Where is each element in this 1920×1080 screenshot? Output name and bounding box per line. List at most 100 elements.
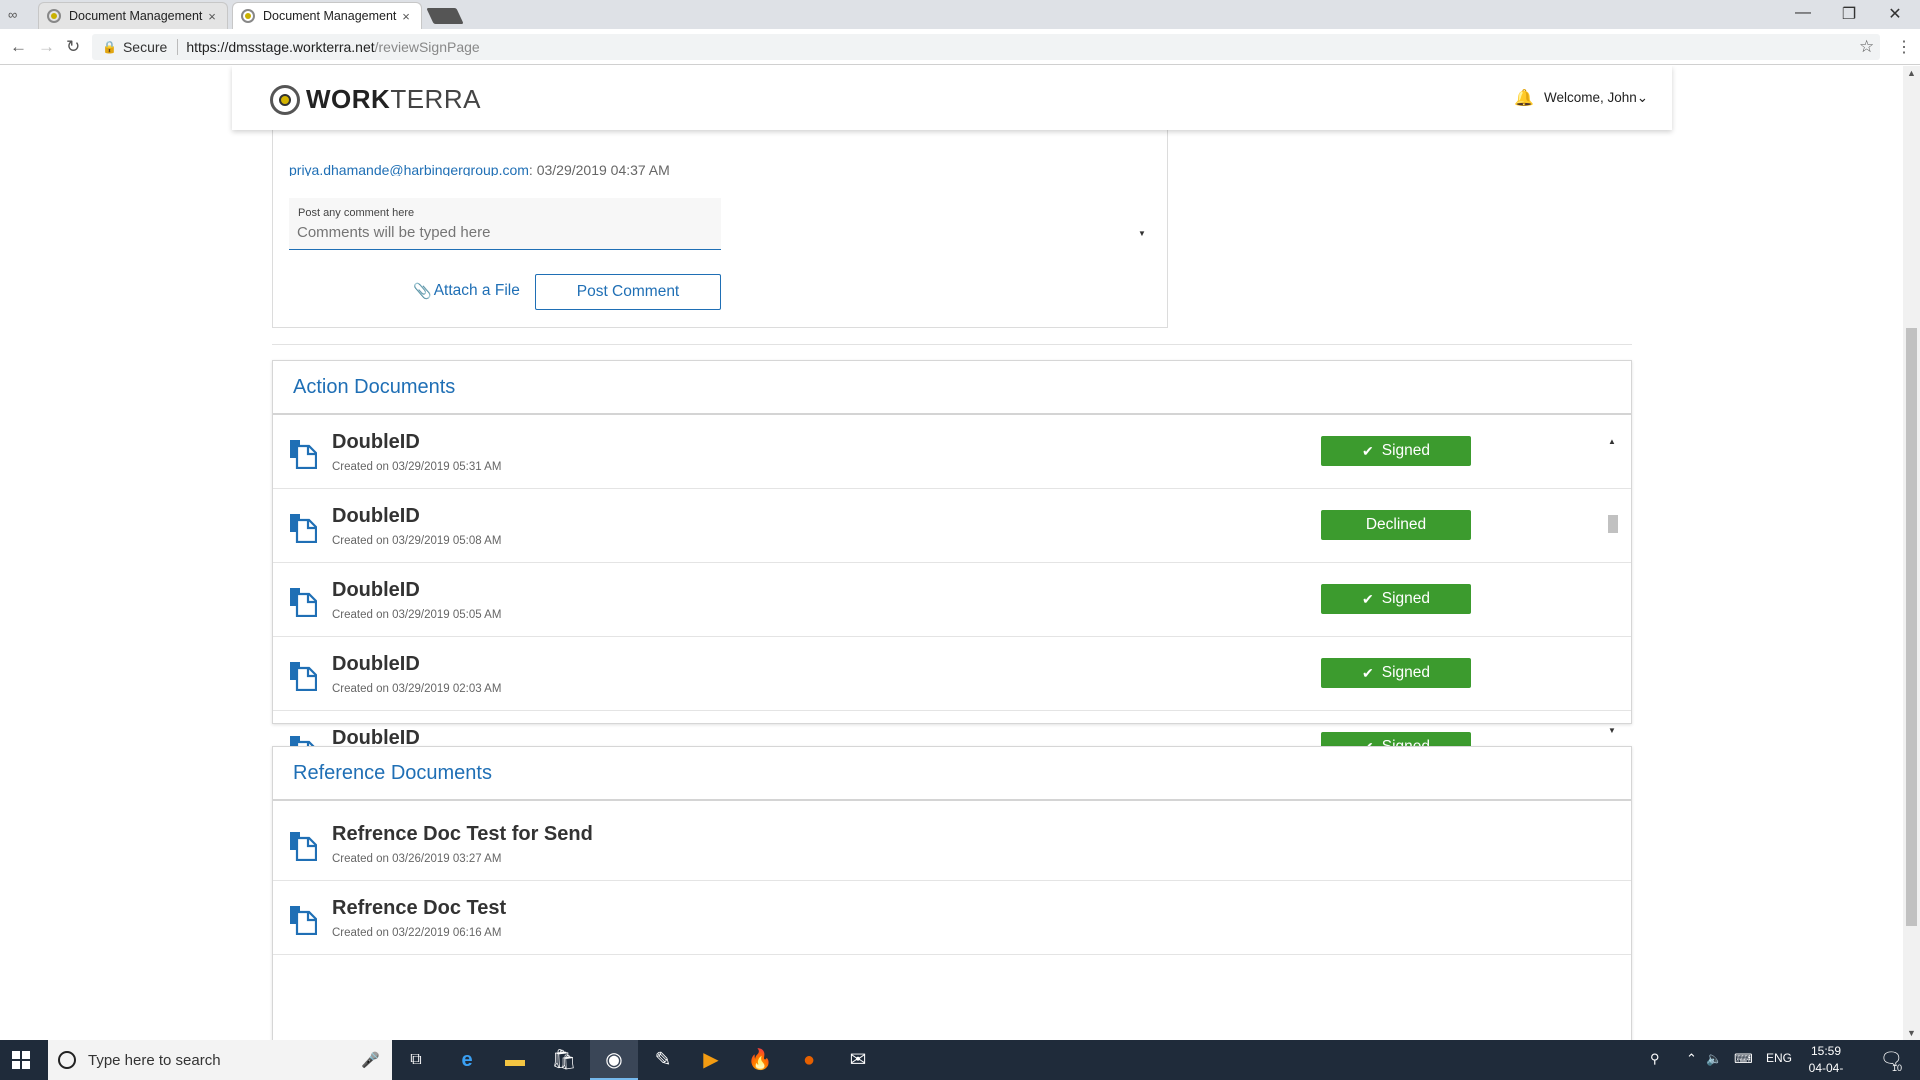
document-name[interactable]: Refrence Doc Test for Send: [332, 823, 593, 846]
document-name[interactable]: DoubleID: [332, 579, 420, 602]
url-path: /reviewSignPage: [374, 39, 480, 55]
document-icon: [289, 439, 318, 470]
document-name[interactable]: DoubleID: [332, 505, 420, 528]
document-name[interactable]: Refrence Doc Test: [332, 897, 506, 920]
chevron-down-icon: ⌄: [1636, 90, 1649, 105]
workterra-logo-icon: [270, 84, 300, 115]
browser-menu-icon[interactable]: ⋮: [1896, 37, 1912, 57]
document-created-date: Created on 03/22/2019 06:16 AM: [332, 927, 502, 939]
scroll-down-icon[interactable]: ▼: [1138, 229, 1146, 238]
action-list-scrollbar[interactable]: ▲ ▼: [1607, 437, 1619, 735]
browser-tab-1[interactable]: Document Management ×: [38, 2, 228, 29]
cortana-icon: [58, 1051, 76, 1069]
browser-tab-2[interactable]: Document Management ×: [232, 2, 422, 29]
scroll-down-icon[interactable]: ▼: [1907, 1028, 1916, 1038]
status-badge[interactable]: ✔ Signed: [1321, 436, 1471, 466]
microphone-icon[interactable]: 🎤: [361, 1051, 380, 1069]
document-icon: [289, 513, 318, 544]
incognito-icon: ∞: [8, 7, 18, 22]
document-created-date: Created on 03/29/2019 05:08 AM: [332, 535, 502, 547]
url-field[interactable]: 🔒 Secure https://dmsstage.workterra.net /…: [92, 34, 1880, 60]
browser-address-bar: ← → ↻ 🔒 Secure https://dmsstage.workterr…: [0, 29, 1920, 65]
notepad-icon[interactable]: ✎: [650, 1048, 676, 1072]
document-created-date: Created on 03/29/2019 05:31 AM: [332, 461, 502, 473]
flame-app-icon[interactable]: 🔥: [747, 1048, 773, 1072]
document-row[interactable]: DoubleID Created on 03/29/2019 05:05 AM ✔ S…: [273, 563, 1631, 637]
document-icon: [289, 661, 318, 692]
page-scroll-thumb[interactable]: [1906, 328, 1917, 926]
checkmark-icon: ✔: [1362, 664, 1374, 681]
workterra-logo[interactable]: WORKTERRA: [270, 84, 481, 115]
window-close-icon[interactable]: ✕: [1880, 4, 1910, 24]
document-row[interactable]: DoubleID Created on 03/29/2019 05:08 AM De…: [273, 489, 1631, 563]
comment-input[interactable]: [297, 224, 707, 241]
scroll-up-icon[interactable]: ▲: [1907, 68, 1916, 78]
media-player-icon[interactable]: ▶: [698, 1048, 724, 1072]
comment-input-label: Post any comment here: [298, 207, 415, 219]
bookmark-star-icon[interactable]: ☆: [1859, 37, 1874, 57]
taskbar-search-placeholder: Type here to search: [88, 1051, 221, 1069]
document-row[interactable]: DoubleID Created on 03/29/2019 02:03 AM ✔ S…: [273, 637, 1631, 711]
attach-file-link[interactable]: 📎 Attach a File: [413, 282, 520, 300]
store-icon[interactable]: 🛍: [551, 1048, 577, 1072]
tab-close-icon[interactable]: ×: [399, 9, 413, 24]
people-icon[interactable]: ⚲: [1650, 1051, 1660, 1067]
scroll-thumb[interactable]: [1608, 515, 1618, 533]
comment-author[interactable]: priya.dhamande@harbingergroup.com: [289, 162, 529, 176]
notification-bell-icon[interactable]: 🔔: [1514, 88, 1534, 108]
status-badge[interactable]: ✔ Signed: [1321, 584, 1471, 614]
forward-arrow-icon[interactable]: →: [38, 37, 55, 57]
document-created-date: Created on 03/29/2019 02:03 AM: [332, 683, 502, 695]
language-indicator[interactable]: ENG: [1766, 1051, 1792, 1065]
back-arrow-icon[interactable]: ←: [10, 37, 27, 57]
windows-start-icon[interactable]: [12, 1051, 30, 1069]
minimize-icon[interactable]: —: [1788, 4, 1818, 22]
clock-time: 15:59: [1810, 1044, 1842, 1058]
document-icon: [289, 587, 318, 618]
status-badge[interactable]: ✔ Signed: [1321, 658, 1471, 688]
restore-icon[interactable]: ❐: [1834, 4, 1864, 24]
taskbar-clock[interactable]: 15:59 04-04-2019: [1796, 1043, 1856, 1080]
post-comment-button[interactable]: Post Comment: [535, 274, 721, 310]
scroll-up-icon[interactable]: ▲: [1608, 437, 1616, 446]
site-header: WORKTERRA 🔔 Welcome, John⌄: [232, 66, 1672, 130]
logo-text-bold: WORK: [306, 84, 391, 114]
comment-timestamp: : 03/29/2019 04:37 AM: [528, 162, 670, 176]
document-row[interactable]: Refrence Doc Test Created on 03/22/2019 0…: [273, 881, 1631, 955]
status-badge[interactable]: Declined: [1321, 510, 1471, 540]
document-name[interactable]: DoubleID: [332, 431, 420, 454]
document-row[interactable]: Refrence Doc Test for Send Created on 03/…: [273, 807, 1631, 881]
keyboard-icon[interactable]: ⌨: [1734, 1051, 1753, 1067]
page-viewport: WORKTERRA 🔔 Welcome, John⌄ priya.dhamand…: [0, 66, 1920, 1040]
new-tab-button[interactable]: [426, 8, 464, 24]
document-name[interactable]: DoubleID: [332, 653, 420, 676]
comments-scrollbar[interactable]: ▼: [1137, 126, 1149, 238]
document-row[interactable]: DoubleID Created on 03/29/2019 05:31 AM ✔ S…: [273, 415, 1631, 489]
tray-chevron-up-icon[interactable]: ⌃: [1686, 1051, 1697, 1067]
section-divider: [272, 344, 1632, 345]
volume-icon[interactable]: 🔈: [1706, 1051, 1722, 1067]
chrome-icon[interactable]: ◉: [601, 1048, 627, 1072]
lock-icon: 🔒: [102, 40, 117, 54]
logo-text-light: TERRA: [390, 84, 481, 114]
action-documents-header: Action Documents: [273, 361, 1631, 415]
edge-browser-icon[interactable]: e: [454, 1048, 480, 1072]
firefox-icon[interactable]: ●: [796, 1048, 822, 1072]
action-documents-title: Action Documents: [293, 375, 456, 398]
scroll-down-icon[interactable]: ▼: [1608, 726, 1616, 735]
taskbar-search[interactable]: Type here to search 🎤: [48, 1040, 392, 1080]
mail-icon[interactable]: ✉: [845, 1048, 871, 1072]
action-documents-list: DoubleID Created on 03/29/2019 05:31 AM ✔ S…: [273, 415, 1631, 785]
user-menu[interactable]: Welcome, John⌄: [1544, 90, 1648, 106]
reload-icon[interactable]: ↻: [66, 37, 80, 57]
file-explorer-icon[interactable]: ▬: [502, 1048, 528, 1072]
action-documents-panel: Action Documents DoubleID Created on 03/2…: [272, 360, 1632, 785]
tab-close-icon[interactable]: ×: [205, 9, 219, 24]
status-label: Signed: [1381, 442, 1430, 459]
notification-count: 10: [1892, 1063, 1903, 1073]
task-view-icon[interactable]: ⧉: [403, 1048, 429, 1072]
attach-file-label: Attach a File: [433, 282, 520, 299]
page-scrollbar[interactable]: ▲ ▼: [1903, 66, 1920, 1040]
secure-label: Secure: [123, 39, 179, 55]
windows-taskbar: Type here to search 🎤 ⧉ e ▬ 🛍 ◉ ✎ ▶ 🔥 ● …: [0, 1040, 1920, 1080]
